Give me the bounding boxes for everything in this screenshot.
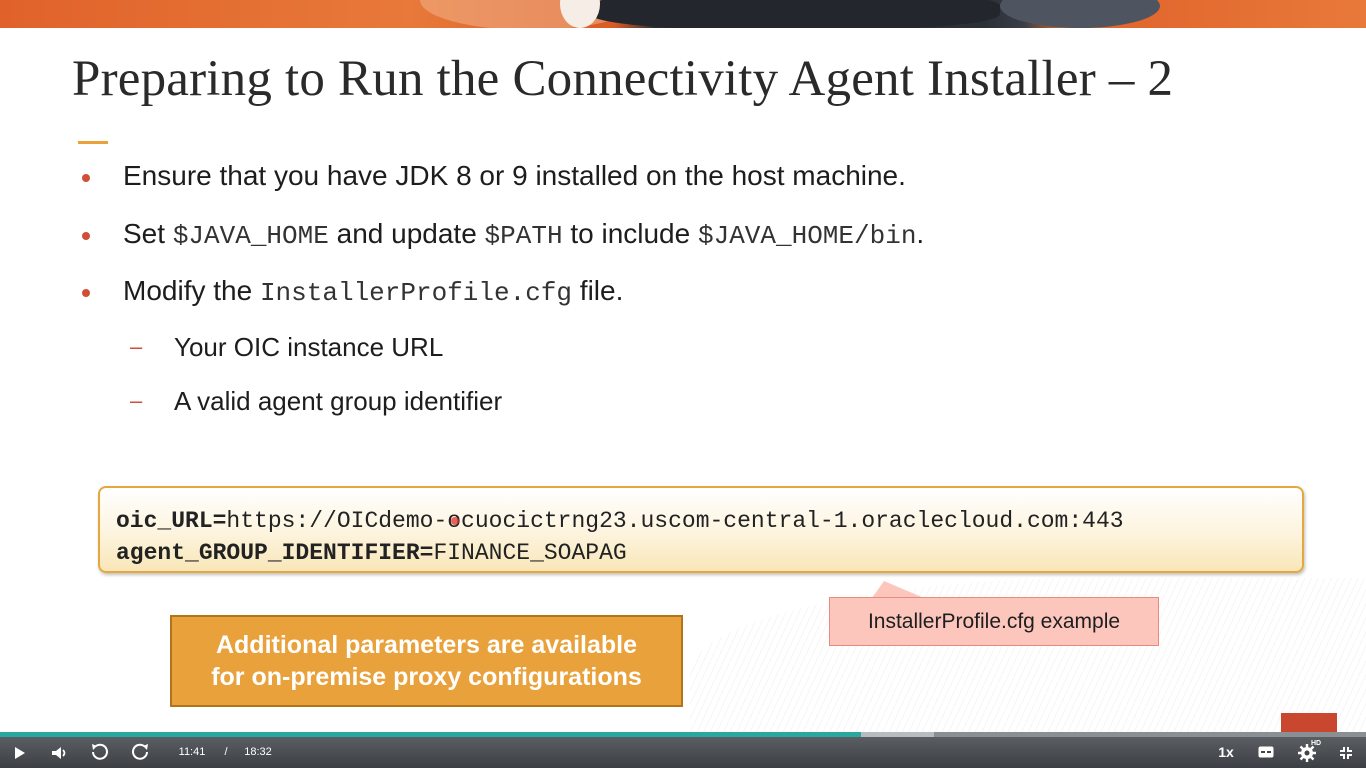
slide-header-banner bbox=[0, 0, 1366, 28]
bullet-text: Set bbox=[123, 218, 173, 249]
code-path: $PATH bbox=[484, 221, 563, 251]
code-java-home-bin: $JAVA_HOME/bin bbox=[697, 221, 917, 251]
code-value: FINANCE_SOAPAG bbox=[433, 540, 627, 566]
bullet-dot bbox=[82, 232, 90, 240]
slide-title: Preparing to Run the Connectivity Agent … bbox=[72, 51, 1174, 107]
pointer-cursor bbox=[451, 517, 459, 525]
code-key: oic_URL= bbox=[116, 508, 227, 534]
sub-bullet-dash: – bbox=[130, 334, 143, 359]
captions-icon[interactable] bbox=[1255, 744, 1277, 760]
callout-note-line: Additional parameters are available bbox=[215, 631, 637, 659]
code-line-group: agent_GROUP_IDENTIFIER=FINANCE_SOAPAG bbox=[116, 540, 627, 566]
bullet-text: file. bbox=[572, 275, 624, 306]
current-time: 11:41 bbox=[178, 746, 206, 758]
code-line-url: oic_URL=https://OICdemo-ocuocictrng23.us… bbox=[116, 508, 1124, 534]
sub-bullet-text: A valid agent group identifier bbox=[174, 386, 503, 416]
sub-bullet-oic-url: – Your OIC instance URL bbox=[130, 332, 444, 363]
code-installer-profile: InstallerProfile.cfg bbox=[259, 278, 573, 308]
bullet-text: Ensure that you have JDK 8 or 9 installe… bbox=[123, 160, 906, 191]
bullet-modify-profile: Modify the InstallerProfile.cfg file. bbox=[82, 275, 624, 308]
sub-bullet-text: Your OIC instance URL bbox=[174, 332, 444, 362]
bullet-text: Modify the bbox=[123, 275, 260, 306]
callout-example: InstallerProfile.cfg example bbox=[829, 597, 1159, 646]
hd-badge: HD bbox=[1311, 740, 1322, 747]
bullet-jdk: Ensure that you have JDK 8 or 9 installe… bbox=[82, 160, 906, 192]
time-separator: / bbox=[224, 746, 228, 758]
rewind-icon[interactable] bbox=[88, 741, 112, 763]
code-value: https://OICdemo-ocuocictrng23.uscom-cent… bbox=[226, 508, 1124, 534]
code-java-home: $JAVA_HOME bbox=[172, 221, 329, 251]
callout-note-line: for on-premise proxy configurations bbox=[211, 663, 642, 691]
callout-tail bbox=[872, 581, 924, 598]
title-accent-rule bbox=[78, 141, 108, 144]
bullet-java-home: Set $JAVA_HOME and update $PATH to inclu… bbox=[82, 218, 925, 251]
exit-fullscreen-icon[interactable] bbox=[1336, 744, 1356, 762]
code-key: agent_GROUP_IDENTIFIER= bbox=[116, 540, 434, 566]
bullet-dot bbox=[82, 174, 90, 182]
volume-icon[interactable] bbox=[48, 743, 72, 763]
bullet-text: to include bbox=[562, 218, 698, 249]
play-icon[interactable] bbox=[8, 743, 32, 763]
video-control-bar: 11:41 / 18:32 1x HD bbox=[0, 737, 1366, 768]
config-code-box: oic_URL=https://OICdemo-ocuocictrng23.us… bbox=[98, 486, 1304, 573]
settings-icon[interactable]: HD bbox=[1293, 740, 1322, 764]
forward-icon[interactable] bbox=[128, 741, 152, 763]
sub-bullet-dash: – bbox=[130, 388, 143, 413]
duration: 18:32 bbox=[244, 746, 272, 758]
callout-proxy-note: Additional parameters are available for … bbox=[170, 615, 683, 707]
sub-bullet-agent-group: – A valid agent group identifier bbox=[130, 386, 503, 417]
bullet-text: and update bbox=[328, 218, 485, 249]
playback-speed-button[interactable]: 1x bbox=[1214, 743, 1238, 761]
bullet-text: . bbox=[916, 218, 925, 249]
bullet-dot bbox=[82, 289, 90, 297]
